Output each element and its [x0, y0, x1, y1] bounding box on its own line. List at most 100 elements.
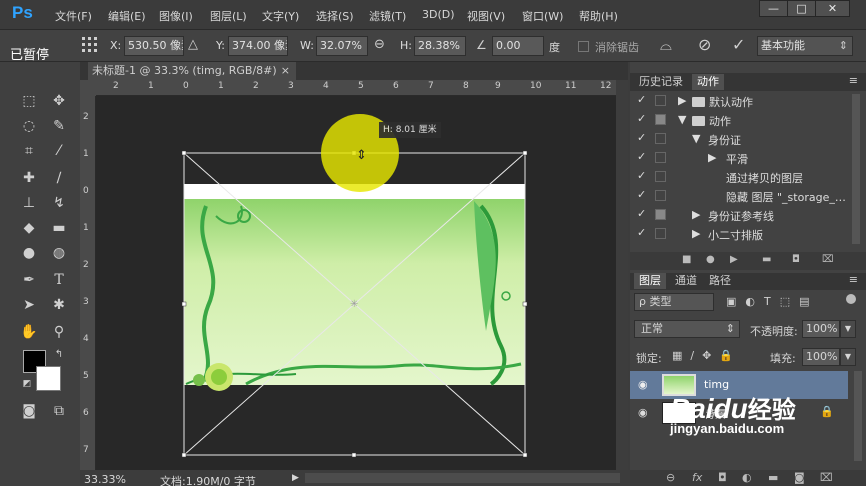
opacity-slider-button[interactable]: ▼ — [840, 320, 856, 338]
default-colors-icon[interactable]: ◩ — [16, 374, 38, 394]
action-row[interactable]: ✓ ▼ 动作 — [630, 111, 866, 130]
action-row[interactable]: ✓ ▶ 小二寸排版 — [630, 225, 866, 244]
horizontal-scrollbar[interactable] — [305, 473, 620, 483]
x-field[interactable]: 530.50 像素 — [124, 36, 184, 56]
menu-3d[interactable]: 3D(D) — [422, 8, 455, 21]
adjustment-icon[interactable]: ◐ — [742, 471, 752, 484]
toggle-check-icon[interactable]: ✓ — [637, 226, 646, 239]
brush-tool-icon[interactable]: ∕ — [48, 168, 70, 188]
toggle-check-icon[interactable]: ✓ — [637, 131, 646, 144]
mask-icon[interactable]: ◘ — [718, 471, 727, 484]
dialog-toggle[interactable] — [655, 228, 666, 239]
fill-slider-button[interactable]: ▼ — [840, 348, 856, 366]
expand-icon[interactable]: ▶ — [708, 151, 716, 164]
dialog-toggle[interactable] — [655, 190, 666, 201]
lasso-tool-icon[interactable]: ◌ — [18, 116, 40, 136]
warp-icon[interactable]: ⌓ — [660, 36, 672, 54]
type-tool-icon[interactable]: T — [48, 270, 70, 290]
layers-menu-icon[interactable]: ≡ — [849, 273, 858, 286]
shape-tool-icon[interactable]: ✱ — [48, 295, 70, 315]
dialog-toggle[interactable] — [655, 133, 666, 144]
visibility-eye-icon[interactable]: ◉ — [638, 378, 648, 391]
crop-tool-icon[interactable]: ⌗ — [18, 141, 40, 161]
action-row[interactable]: ✓ 隐藏 图层 "_storage_… — [630, 187, 866, 206]
blur-tool-icon[interactable]: ● — [18, 243, 40, 263]
vertical-scrollbar[interactable] — [616, 80, 628, 470]
expand-icon[interactable]: ▶ — [692, 208, 700, 221]
dialog-toggle[interactable] — [655, 114, 666, 125]
new-set-icon[interactable]: ▬ — [762, 254, 771, 265]
pen-tool-icon[interactable]: ✒ — [18, 270, 40, 290]
expand-icon[interactable]: ▶ — [678, 94, 686, 107]
toggle-check-icon[interactable]: ✓ — [637, 188, 646, 201]
hand-tool-icon[interactable]: ✋ — [18, 322, 40, 342]
maximize-button[interactable]: □ — [787, 0, 816, 17]
canvas-area[interactable]: ✳ ⇕ H: 8.01 厘米 — [96, 96, 616, 470]
fill-field[interactable]: 100% — [802, 348, 840, 366]
swap-colors-icon[interactable]: ↰ — [48, 345, 70, 365]
eyedropper-tool-icon[interactable]: ⁄ — [48, 141, 70, 161]
dialog-toggle[interactable] — [655, 95, 666, 106]
toggle-check-icon[interactable]: ✓ — [637, 207, 646, 220]
path-select-tool-icon[interactable]: ➤ — [18, 295, 40, 315]
vertical-ruler[interactable]: 2 1 0 1 2 3 4 5 6 7 — [80, 96, 96, 470]
visibility-eye-icon[interactable]: ◉ — [638, 406, 648, 419]
stamp-tool-icon[interactable]: ⊥ — [18, 193, 40, 213]
zoom-level[interactable]: 33.33% — [84, 473, 126, 486]
layers-scrollbar[interactable] — [854, 371, 862, 461]
delete-layer-icon[interactable]: ⌧ — [820, 471, 833, 484]
menu-filter[interactable]: 滤镜(T) — [369, 8, 406, 24]
tab-channels[interactable]: 通道 — [670, 273, 702, 289]
filter-toggle-icon[interactable] — [846, 294, 856, 304]
action-row[interactable]: ✓ 通过拷贝的图层 — [630, 168, 866, 187]
eraser-tool-icon[interactable]: ◆ — [18, 218, 40, 238]
filter-icons[interactable]: ▣◐T⬚▤ — [726, 295, 819, 308]
delta-icon[interactable]: △ — [188, 37, 198, 52]
healing-tool-icon[interactable]: ✚ — [18, 168, 40, 188]
cancel-transform-icon[interactable]: ⊘ — [698, 35, 711, 54]
menu-file[interactable]: 文件(F) — [55, 8, 92, 24]
blend-mode-select[interactable]: 正常 ⇕ — [634, 320, 740, 338]
tab-paths[interactable]: 路径 — [704, 273, 736, 289]
width-field[interactable]: 32.07% — [316, 36, 368, 56]
collapse-icon[interactable]: ▼ — [692, 132, 700, 145]
reference-point-icon[interactable] — [80, 36, 100, 56]
actions-scrollbar[interactable] — [852, 94, 860, 244]
action-row[interactable]: ✓ ▶ 默认动作 — [630, 92, 866, 111]
minimize-button[interactable]: — — [759, 0, 788, 17]
stop-icon[interactable]: ■ — [682, 254, 691, 265]
layer-filter-select[interactable]: ρ 类型 — [634, 293, 714, 311]
panel-menu-icon[interactable]: ≡ — [849, 74, 858, 87]
zoom-tool-icon[interactable]: ⚲ — [48, 322, 70, 342]
antialias-checkbox[interactable] — [578, 41, 589, 52]
expand-icon[interactable]: ▶ — [692, 227, 700, 240]
dodge-tool-icon[interactable]: ◍ — [48, 243, 70, 263]
angle-field[interactable]: 0.00 — [492, 36, 544, 56]
menu-select[interactable]: 选择(S) — [316, 8, 354, 24]
tab-history[interactable]: 历史记录 — [634, 74, 688, 90]
status-menu-arrow-icon[interactable]: ▶ — [292, 473, 299, 483]
dialog-toggle[interactable] — [655, 171, 666, 182]
gradient-tool-icon[interactable]: ▬ — [48, 218, 70, 238]
commit-transform-icon[interactable]: ✓ — [732, 35, 745, 54]
menu-image[interactable]: 图像(I) — [159, 8, 193, 24]
document-canvas[interactable]: ✳ ⇕ — [96, 96, 616, 470]
marquee-tool-icon[interactable]: ⬚ — [18, 91, 40, 111]
fx-icon[interactable]: fx — [692, 471, 702, 484]
history-brush-tool-icon[interactable]: ↯ — [48, 193, 70, 213]
link-layers-icon[interactable]: ⊖ — [666, 471, 675, 484]
action-row[interactable]: ✓ ▼ 身份证 — [630, 130, 866, 149]
play-icon[interactable]: ▶ — [730, 254, 738, 265]
collapse-icon[interactable]: ▼ — [678, 113, 686, 126]
toggle-check-icon[interactable]: ✓ — [637, 112, 646, 125]
close-button[interactable]: ✕ — [815, 0, 850, 17]
close-tab-icon[interactable]: × — [281, 62, 290, 80]
menu-help[interactable]: 帮助(H) — [579, 8, 618, 24]
height-field[interactable]: 28.38% — [414, 36, 466, 56]
screen-mode-icon[interactable]: ⧉ — [48, 401, 70, 421]
document-tab[interactable]: 未标题-1 @ 33.3% (timg, RGB/8#) × — [88, 62, 296, 80]
ruler-origin[interactable] — [80, 80, 96, 96]
quick-select-tool-icon[interactable]: ✎ — [48, 116, 70, 136]
toggle-check-icon[interactable]: ✓ — [637, 150, 646, 163]
toggle-check-icon[interactable]: ✓ — [637, 169, 646, 182]
